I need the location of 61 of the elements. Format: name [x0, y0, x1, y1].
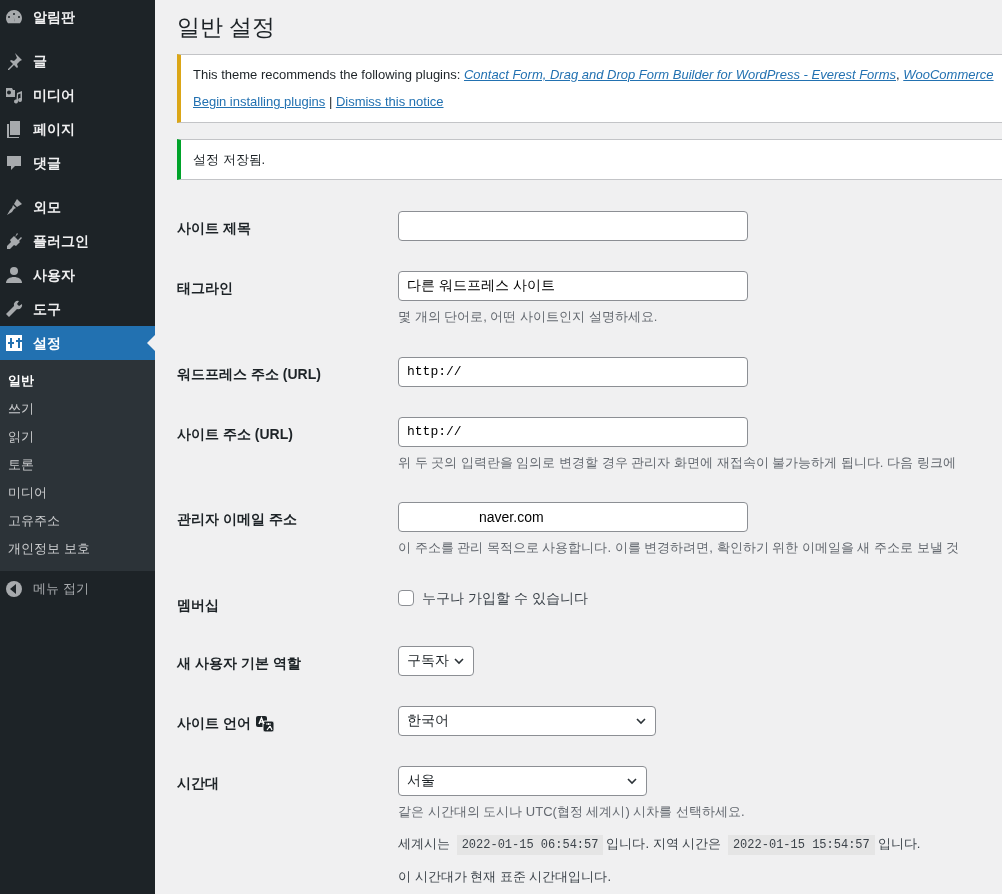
plug-icon	[4, 231, 24, 251]
email-field[interactable]: naver.com	[398, 502, 748, 533]
menu-item[interactable]: 플러그인	[0, 224, 155, 258]
field-description: 몇 개의 단어로, 어떤 사이트인지 설명하세요.	[398, 308, 659, 327]
notice-link[interactable]: Begin installing plugins	[193, 94, 326, 110]
checkbox-label: 누구나 가입할 수 있습니다	[422, 588, 588, 608]
submenu-item[interactable]: 쓰기	[0, 395, 155, 423]
field-description: 위 두 곳의 입력란을 임의로 변경할 경우 관리자 화면에 재접속이 불가능하게 됩니다. 다음 링크에	[398, 453, 957, 472]
plugin-link[interactable]: Contact Form, Drag and Drop Form Builder for WordPress - Everest Forms	[464, 66, 896, 82]
user-icon	[4, 265, 24, 285]
field-label: 새 사용자 기본 역할	[177, 653, 301, 673]
text-field[interactable]	[398, 211, 748, 242]
camera-music-icon	[4, 85, 24, 105]
sliders-icon	[4, 333, 24, 353]
wrench-icon	[4, 299, 24, 319]
menu-item[interactable]: 미디어	[0, 78, 155, 112]
plugin-link[interactable]: WooCommerce	[903, 66, 994, 82]
select-dropdown[interactable]: 서울	[398, 765, 647, 796]
submenu-item[interactable]: 개인정보 보호	[0, 535, 155, 563]
submenu-item[interactable]: 읽기	[0, 423, 155, 451]
field-label: 시간대	[177, 773, 219, 793]
select-dropdown[interactable]: 구독자	[398, 645, 474, 676]
field-description: 같은 시간대의 도시나 UTC(협정 세계시) 시차를 선택하세요.	[398, 802, 746, 821]
checkbox[interactable]	[398, 590, 414, 607]
submenu-item[interactable]: 고유주소	[0, 507, 155, 535]
field-label: 사이트 언어	[177, 713, 251, 733]
collapse-menu-button[interactable]: 메뉴 접기	[0, 571, 155, 607]
speech-bubble-icon	[4, 153, 24, 173]
field-label: 사이트 제목	[177, 219, 251, 239]
field-label: 사이트 주소 (URL)	[177, 424, 293, 444]
menu-item[interactable]: 알림판	[0, 0, 155, 34]
field-description: 이 주소를 관리 목적으로 사용합니다. 이를 변경하려면, 확인하기 위한 이메일을 새 주소로 보낼 것	[398, 539, 961, 558]
notice-text: 설정 저장됨.	[193, 151, 266, 167]
submenu-item[interactable]: 토론	[0, 451, 155, 479]
field-label: 관리자 이메일 주소	[177, 510, 297, 530]
field-label: 태그라인	[177, 279, 233, 299]
text-field[interactable]: 다른 워드프레스 사이트	[398, 271, 748, 302]
time-info-text: 세계시는 2022-01-15 06:54:57 입니다. 지역 시간은 2022-01-15 15:54:57 입니다.	[398, 834, 1002, 855]
menu-item[interactable]: 설정	[0, 326, 155, 360]
notice-text: This theme recommends the following plugins:	[193, 66, 461, 82]
timezone-note: 이 시간대가 현재 표준 시간대입니다.	[398, 868, 613, 887]
page-title: 일반 설정	[177, 14, 277, 42]
field-label: 워드프레스 주소 (URL)	[177, 364, 321, 384]
menu-item[interactable]: 외모	[0, 190, 155, 224]
notice-link[interactable]: Dismiss this notice	[335, 94, 444, 110]
paintbrush-icon	[4, 197, 24, 217]
menu-item[interactable]: 사용자	[0, 258, 155, 292]
submenu-item[interactable]: 미디어	[0, 479, 155, 507]
collapse-icon	[4, 579, 24, 599]
url-field[interactable]: http://	[398, 416, 748, 447]
menu-item[interactable]: 글	[0, 44, 155, 78]
separator-text: |	[327, 94, 334, 110]
select-dropdown[interactable]: 한국어	[398, 705, 656, 736]
submenu-item[interactable]: 일반	[0, 367, 155, 395]
menu-pointer-icon	[147, 335, 155, 351]
field-label: 멤버십	[177, 595, 219, 615]
menu-item[interactable]: 댓글	[0, 146, 155, 180]
comma-text: ,	[896, 66, 900, 82]
menu-item[interactable]: 도구	[0, 292, 155, 326]
url-field[interactable]: http://	[398, 356, 748, 387]
menu-item[interactable]: 페이지	[0, 112, 155, 146]
